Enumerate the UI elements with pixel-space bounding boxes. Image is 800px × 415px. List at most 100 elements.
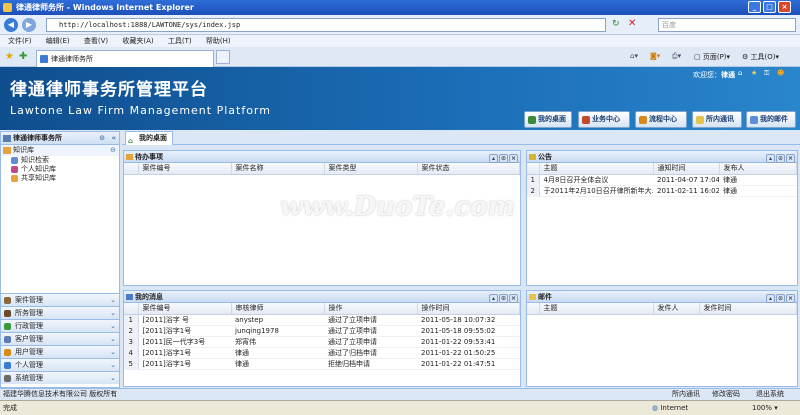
notice-panel: 公告 ▴ ⊙ × 主题 通知时间 发布人 1 4月8日召开全体会议 2011-04-07 1…: [526, 150, 798, 286]
case-icon: [4, 297, 11, 304]
sidebar-item-shared-knowledge[interactable]: 共享知识库: [1, 174, 119, 183]
section-system-management[interactable]: 系统管理 ⌄: [1, 371, 119, 384]
mail-icon: [529, 294, 536, 300]
nav-my-desktop[interactable]: 我的桌面: [524, 111, 572, 128]
feeds-icon[interactable]: ◙▾: [650, 52, 660, 60]
table-row[interactable]: 4 [2011]浴字1号 律通 通过了归档申请 2011-01-22 01:50:25: [124, 347, 520, 359]
menu-edit[interactable]: 编辑(E): [46, 37, 70, 45]
chevron-down-icon: ⌄: [110, 374, 116, 382]
chat-icon: [696, 116, 704, 124]
home-shortcut-icon[interactable]: ⌂: [738, 69, 742, 77]
mail-panel: 邮件 ▴ ⊙ × 主题 发件人 发件时间: [526, 290, 798, 387]
key-icon[interactable]: ⚿: [764, 69, 769, 78]
close-button[interactable]: ×: [778, 1, 791, 13]
nav-internal-comm[interactable]: 所内通讯: [692, 111, 742, 128]
messages-panel: 我的消息 ▴ ⊙ × 案件编号 审核律师 操作 操作时间 1 [2011]浴字 号 anyst…: [123, 290, 521, 387]
todo-table: 案件编号 案件名称 案件类型 案件状态: [124, 163, 520, 175]
settings-icon[interactable]: ⊙: [776, 294, 785, 303]
refresh-icon[interactable]: ↻: [612, 19, 620, 29]
globe-icon: ◍: [652, 404, 659, 412]
page-favicon-icon: [40, 55, 48, 63]
table-row[interactable]: 1 [2011]浴字 号 anystep 通过了立项申请 2011-05-18 10:0…: [124, 314, 520, 326]
page-menu[interactable]: ▢ 页面(P)▾: [694, 52, 730, 62]
welcome-text: 欢迎您：律通: [693, 71, 735, 79]
chevron-down-icon: ⌄: [110, 361, 116, 369]
footer-link-logout[interactable]: 退出系统: [756, 389, 784, 400]
stop-icon[interactable]: ✕: [628, 18, 636, 29]
tools-menu[interactable]: ⚙ 工具(O)▾: [742, 52, 779, 62]
table-row[interactable]: 2于2011年2月10日召开律所新年大...2011-02-11 16:02:5…: [527, 185, 797, 197]
nav-flow-center[interactable]: 流程中心: [635, 111, 687, 128]
back-icon[interactable]: ◀: [4, 18, 18, 32]
footer-link-comm[interactable]: 所内通讯: [672, 389, 700, 400]
collapse-icon[interactable]: ▴: [766, 294, 775, 303]
sidebar-item-knowledge-search[interactable]: 知识检索: [1, 156, 119, 165]
close-icon[interactable]: ×: [786, 294, 795, 303]
url-input[interactable]: http://localhost:1888/LAWTONE/sys/index.…: [46, 18, 606, 32]
browser-tab[interactable]: 律通律师务所: [36, 50, 214, 67]
users-icon: [4, 349, 11, 356]
nav-business-center[interactable]: 业务中心: [578, 111, 630, 128]
print-icon[interactable]: ⎙▾: [672, 52, 681, 61]
home-icon[interactable]: ⌂▾: [630, 52, 638, 60]
section-personal-management[interactable]: 个人管理 ⌄: [1, 358, 119, 371]
menu-favorites[interactable]: 收藏夹(A): [122, 37, 153, 45]
group-knowledge[interactable]: 知识库 ⊖: [1, 145, 119, 156]
table-row[interactable]: 5 [2011]浴字1号 律通 拒绝归档申请 2011-01-22 01:47:51: [124, 358, 520, 370]
main-tab-strip: [122, 131, 800, 145]
settings-icon[interactable]: ⊙: [776, 154, 785, 163]
close-icon[interactable]: ×: [509, 154, 518, 163]
sidebar-collapse-icon[interactable]: «: [111, 132, 116, 145]
collapse-icon[interactable]: ▴: [489, 154, 498, 163]
table-row[interactable]: 2 [2011]浴字1号 junqing1978 通过了立项申请 2011-05-18 …: [124, 325, 520, 337]
table-row[interactable]: 14月8日召开全体会议2011-04-07 17:04:40律通: [527, 174, 797, 186]
forward-icon[interactable]: ▶: [22, 18, 36, 32]
app-logo-icon: [3, 3, 12, 12]
zoom-level[interactable]: 100% ▾: [752, 401, 778, 415]
menu-file[interactable]: 文件(F): [8, 37, 32, 45]
user-icon[interactable]: ☻: [777, 69, 784, 77]
sidebar-item-personal-knowledge[interactable]: 个人知识库: [1, 165, 119, 174]
sidebar-header: 律通律师事务所 ⊙ «: [1, 132, 119, 145]
tab-my-desktop[interactable]: ⌂ 我的桌面: [125, 131, 173, 145]
client-icon: [4, 336, 11, 343]
menu-help[interactable]: 帮助(H): [206, 37, 231, 45]
briefcase-icon: [4, 310, 11, 317]
footer-link-change-password[interactable]: 修改密码: [712, 389, 740, 400]
collapse-icon[interactable]: ▴: [766, 154, 775, 163]
settings-icon[interactable]: ⊙: [499, 294, 508, 303]
nav-my-mail[interactable]: 我的邮件: [746, 111, 796, 128]
search-input[interactable]: 百度: [658, 18, 796, 32]
address-bar: ◀ ▶ http://localhost:1888/LAWTONE/sys/in…: [0, 15, 800, 35]
section-user-management[interactable]: 用户管理 ⌄: [1, 345, 119, 358]
add-favorites-icon[interactable]: ✚: [19, 51, 27, 62]
mail-header: 邮件 ▴ ⊙ ×: [527, 291, 797, 303]
close-icon[interactable]: ×: [786, 154, 795, 163]
maximize-button[interactable]: □: [763, 1, 776, 13]
folder-icon: [3, 147, 11, 154]
section-office-management[interactable]: 所务管理 ⌄: [1, 306, 119, 319]
menu-tools[interactable]: 工具(T): [168, 37, 192, 45]
minimize-button[interactable]: _: [748, 1, 761, 13]
collapse-icon[interactable]: ▴: [489, 294, 498, 303]
new-tab-button[interactable]: [216, 50, 230, 64]
favorite-shortcut-icon[interactable]: ★: [751, 69, 757, 77]
sidebar-settings-icon[interactable]: ⊙: [99, 132, 105, 145]
settings-icon[interactable]: ⊙: [499, 154, 508, 163]
zone-indicator: ◍ Internet: [652, 404, 689, 412]
table-row[interactable]: 3 [2011]民一代字3号 郑宵伟 通过了立项申请 2011-01-22 09:53:…: [124, 336, 520, 348]
group-collapse-icon[interactable]: ⊖: [110, 145, 116, 156]
section-admin-management[interactable]: 行政管理 ⌄: [1, 319, 119, 332]
section-case-management[interactable]: 案件管理 ⌄: [1, 293, 119, 306]
chevron-down-icon: ⌄: [110, 309, 116, 317]
menu-view[interactable]: 查看(V): [84, 37, 108, 45]
chevron-down-icon: ⌄: [110, 335, 116, 343]
house-icon: [528, 116, 536, 124]
close-icon[interactable]: ×: [509, 294, 518, 303]
browser-tab-bar: ★ ✚ 律通律师务所 ⌂▾ ◙▾ ⎙▾ ▢ 页面(P)▾ ⚙ 工具(O)▾: [0, 47, 800, 67]
section-client-management[interactable]: 客户管理 ⌄: [1, 332, 119, 345]
search-doc-icon: [11, 157, 18, 164]
chevron-down-icon: ⌄: [110, 322, 116, 330]
gears-icon: [582, 116, 590, 124]
favorites-star-icon[interactable]: ★: [5, 51, 14, 62]
